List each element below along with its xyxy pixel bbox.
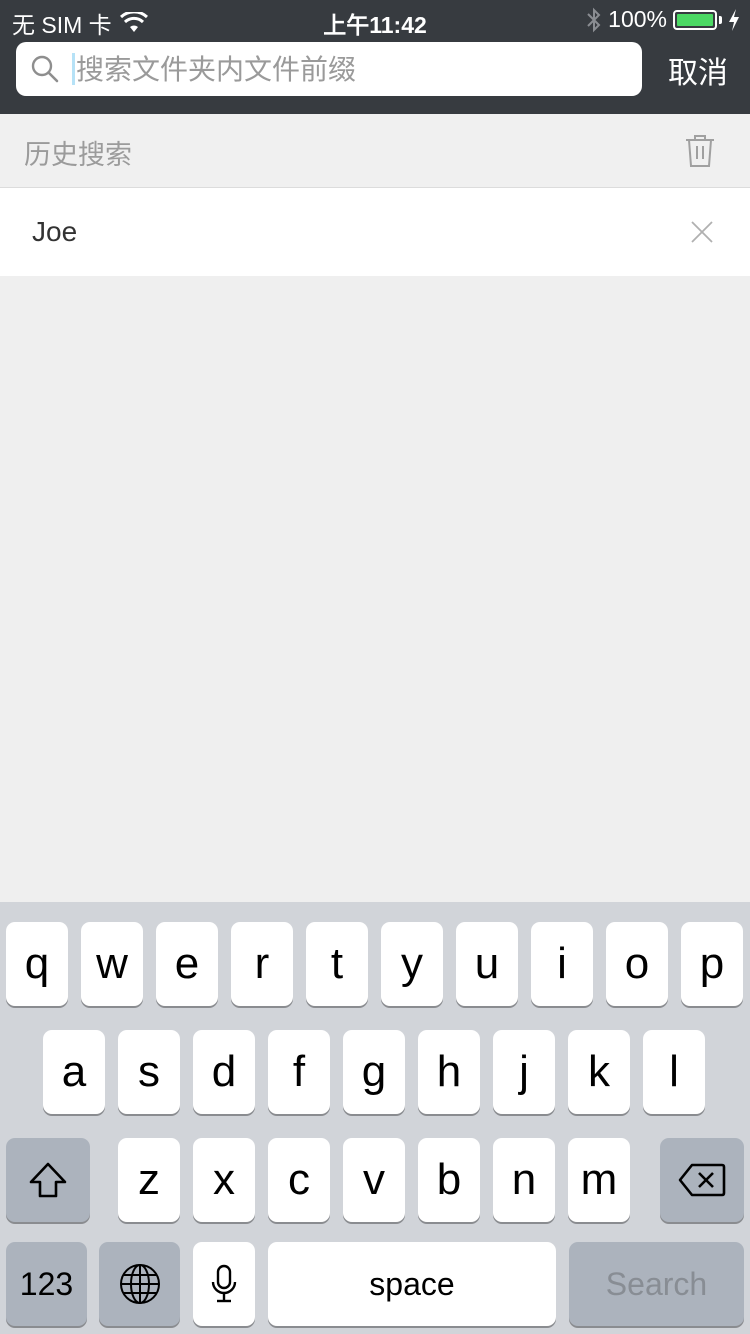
shift-key[interactable] <box>6 1138 90 1222</box>
numbers-key[interactable]: 123 <box>6 1242 87 1326</box>
search-key[interactable]: Search <box>569 1242 744 1326</box>
key-k[interactable]: k <box>568 1030 630 1114</box>
bluetooth-icon <box>587 7 601 32</box>
battery-icon <box>673 9 717 30</box>
key-q[interactable]: q <box>6 922 68 1006</box>
search-icon <box>31 55 59 83</box>
close-icon[interactable] <box>690 220 714 244</box>
key-e[interactable]: e <box>156 922 218 1006</box>
globe-key[interactable] <box>99 1242 180 1326</box>
key-j[interactable]: j <box>493 1030 555 1114</box>
key-z[interactable]: z <box>118 1138 180 1222</box>
key-n[interactable]: n <box>493 1138 555 1222</box>
key-v[interactable]: v <box>343 1138 405 1222</box>
key-u[interactable]: u <box>456 922 518 1006</box>
key-d[interactable]: d <box>193 1030 255 1114</box>
key-a[interactable]: a <box>43 1030 105 1114</box>
microphone-key[interactable] <box>193 1242 255 1326</box>
trash-icon[interactable] <box>684 134 716 168</box>
history-header: 历史搜索 <box>0 114 750 188</box>
cancel-button[interactable]: 取消 <box>668 48 728 92</box>
history-title: 历史搜索 <box>24 140 132 171</box>
key-y[interactable]: y <box>381 922 443 1006</box>
key-p[interactable]: p <box>681 922 743 1006</box>
key-f[interactable]: f <box>268 1030 330 1114</box>
key-r[interactable]: r <box>231 922 293 1006</box>
search-box[interactable] <box>16 42 642 96</box>
top-bar: 无 SIM 卡 上午11:42 100% 取消 <box>0 0 750 114</box>
key-x[interactable]: x <box>193 1138 255 1222</box>
key-s[interactable]: s <box>118 1030 180 1114</box>
key-h[interactable]: h <box>418 1030 480 1114</box>
backspace-key[interactable] <box>660 1138 744 1222</box>
battery-percent: 100% <box>608 6 667 32</box>
text-cursor <box>72 53 75 85</box>
key-o[interactable]: o <box>606 922 668 1006</box>
key-c[interactable]: c <box>268 1138 330 1222</box>
search-input[interactable] <box>76 49 642 89</box>
key-i[interactable]: i <box>531 922 593 1006</box>
keyboard: 123 space Search qwertyuiop asdfghjkl zxcv… <box>0 902 750 1334</box>
history-item-label: Joe <box>32 216 78 247</box>
globe-icon <box>119 1264 160 1304</box>
key-w[interactable]: w <box>81 922 143 1006</box>
key-m[interactable]: m <box>568 1138 630 1222</box>
space-key[interactable]: space <box>268 1242 556 1326</box>
key-l[interactable]: l <box>643 1030 705 1114</box>
charging-bolt-icon <box>729 8 739 31</box>
status-bar: 无 SIM 卡 上午11:42 100% <box>0 0 750 40</box>
key-t[interactable]: t <box>306 922 368 1006</box>
backspace-icon <box>678 1163 726 1197</box>
key-g[interactable]: g <box>343 1030 405 1114</box>
history-item[interactable]: Joe <box>0 188 750 276</box>
key-b[interactable]: b <box>418 1138 480 1222</box>
microphone-icon <box>211 1264 237 1303</box>
shift-icon <box>29 1162 67 1198</box>
